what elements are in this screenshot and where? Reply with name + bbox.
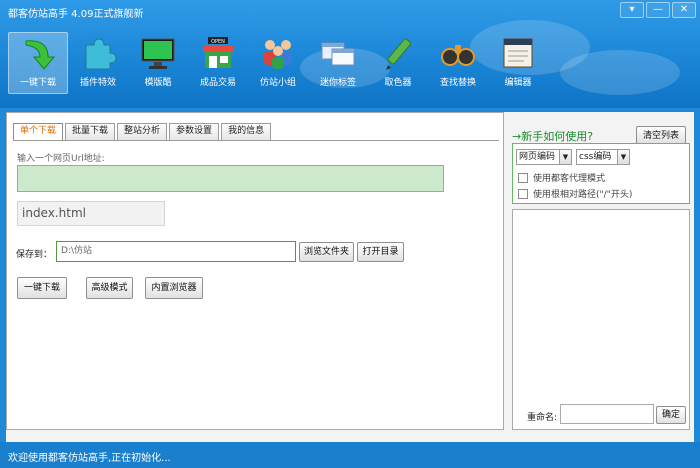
chevron-down-icon: ▼	[617, 150, 629, 164]
toolbar-trade[interactable]: OPEN 成品交易	[188, 32, 248, 94]
toolbar-editor[interactable]: 编辑器	[488, 32, 548, 94]
toolbar-templates[interactable]: 模版酷	[128, 32, 188, 94]
clear-list-button[interactable]: 清空列表	[636, 126, 686, 144]
tab-divider	[13, 140, 499, 141]
toolbar-label: 成品交易	[199, 78, 236, 88]
filename-input[interactable]: index.html	[17, 201, 165, 226]
toolbar-label: 取色器	[384, 78, 412, 88]
status-bar: 欢迎使用都客仿站高手,正在初始化...	[0, 442, 700, 468]
checkbox-label: 使用根相对路径("/"开头)	[533, 190, 633, 200]
toolbar-download[interactable]: 一键下载	[8, 32, 68, 94]
css-encoding-value: css编码	[579, 152, 612, 162]
toolbar-label: 查找替换	[439, 78, 476, 88]
save-to-label: 保存到：	[16, 250, 53, 260]
cloud-decoration	[560, 50, 680, 95]
chevron-down-icon: ▼	[559, 150, 571, 164]
rename-label: 重命名:	[527, 413, 558, 423]
tab-single-download[interactable]: 单个下载	[13, 123, 64, 140]
main-toolbar: 一键下载 插件特效 模版酷 OPEN 成品交易 仿站小组 迷你标签 取色器 查找…	[8, 32, 548, 94]
download-panel: 单个下载 批量下载 整站分析 参数设置 我的信息 输入一个网页Url地址: in…	[6, 112, 504, 430]
browse-folder-button[interactable]: 浏览文件夹	[299, 242, 354, 262]
download-arrow-icon	[25, 40, 56, 70]
toolbar-mini-tags[interactable]: 迷你标签	[308, 32, 368, 94]
app-window: 都客仿站高手 4.09正式旗舰新 ▾ — ✕ 一键下载 插件特效 模版酷 OPE…	[0, 0, 700, 468]
toolbar-color-picker[interactable]: 取色器	[368, 32, 428, 94]
tab-bar: 单个下载 批量下载 整站分析 参数设置 我的信息	[13, 123, 273, 140]
page-encoding-select[interactable]: 网页编码 ▼	[516, 149, 572, 165]
toolbar-group[interactable]: 仿站小组	[248, 32, 308, 94]
tab-my-info[interactable]: 我的信息	[221, 123, 272, 140]
puzzle-plugin-icon	[85, 38, 117, 70]
how-to-use-link[interactable]: →新手如何使用?	[512, 128, 593, 144]
toolbar-label: 编辑器	[504, 78, 532, 88]
svg-text:OPEN: OPEN	[211, 39, 225, 45]
toolbar-label: 迷你标签	[319, 78, 356, 88]
save-path-input[interactable]: D:\仿站	[56, 241, 296, 262]
notebook-editor-icon	[503, 38, 533, 68]
toolbar-find-replace[interactable]: 查找替换	[428, 32, 488, 94]
url-input[interactable]	[17, 165, 444, 192]
one-click-download-button[interactable]: 一键下载	[17, 277, 67, 299]
tab-site-analysis[interactable]: 整站分析	[117, 123, 168, 140]
encoding-options: 网页编码 ▼ css编码 ▼ 使用都客代理模式 使用根相对路径("/"开头)	[512, 143, 690, 204]
proxy-mode-checkbox[interactable]: 使用都客代理模式	[518, 171, 605, 184]
status-text: 欢迎使用都客仿站高手,正在初始化...	[8, 453, 171, 464]
client-area: 单个下载 批量下载 整站分析 参数设置 我的信息 输入一个网页Url地址: in…	[6, 112, 694, 442]
toolbar-label: 仿站小组	[259, 78, 296, 88]
root-relative-path-checkbox[interactable]: 使用根相对路径("/"开头)	[518, 187, 632, 200]
window-title: 都客仿站高手 4.09正式旗舰新	[8, 9, 144, 20]
window-controls: ▾ — ✕	[620, 2, 696, 18]
toolbar-label: 模版酷	[144, 78, 172, 88]
file-list[interactable]	[512, 209, 690, 430]
binoculars-search-icon	[441, 45, 475, 66]
menu-dropdown-button[interactable]: ▾	[620, 2, 644, 18]
toolbar-label: 插件特效	[79, 78, 116, 88]
url-label: 输入一个网页Url地址:	[17, 154, 105, 164]
people-group-icon	[264, 40, 292, 69]
open-directory-button[interactable]: 打开目录	[357, 242, 404, 262]
css-encoding-select[interactable]: css编码 ▼	[576, 149, 630, 165]
color-picker-icon	[386, 38, 412, 70]
title-toolbar-area: 都客仿站高手 4.09正式旗舰新 ▾ — ✕ 一键下载 插件特效 模版酷 OPE…	[0, 0, 700, 108]
advanced-mode-button[interactable]: 高级模式	[86, 277, 133, 299]
checkbox-box[interactable]	[518, 172, 528, 183]
rename-input[interactable]	[560, 404, 654, 424]
open-shop-icon: OPEN	[203, 37, 233, 68]
close-button[interactable]: ✕	[672, 2, 696, 18]
toolbar-plugins[interactable]: 插件特效	[68, 32, 128, 94]
page-encoding-value: 网页编码	[519, 152, 556, 162]
tab-settings[interactable]: 参数设置	[169, 123, 220, 140]
tab-batch-download[interactable]: 批量下载	[65, 123, 116, 140]
checkbox-label: 使用都客代理模式	[533, 174, 606, 184]
checkbox-box[interactable]	[518, 188, 528, 199]
monitor-template-icon	[141, 38, 175, 69]
toolbar-label: 一键下载	[19, 78, 56, 88]
confirm-button[interactable]: 确定	[656, 406, 686, 424]
built-in-browser-button[interactable]: 内置浏览器	[145, 277, 203, 299]
windows-tags-icon	[321, 42, 355, 66]
minimize-button[interactable]: —	[646, 2, 670, 18]
